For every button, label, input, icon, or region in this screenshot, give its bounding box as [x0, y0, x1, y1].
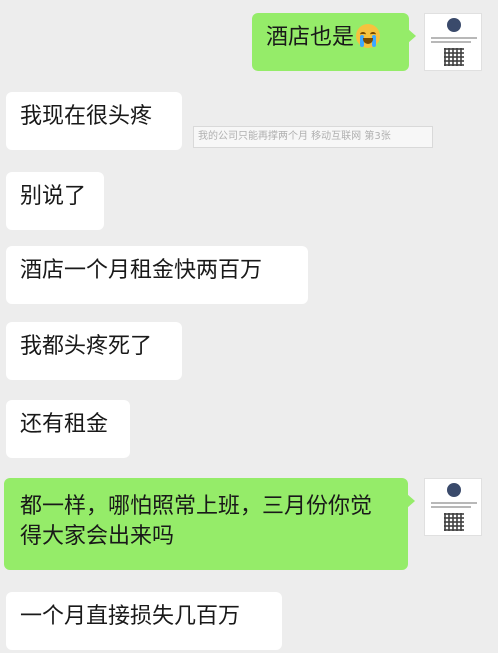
message-text: 别说了: [20, 184, 87, 209]
message-text: 我都头疼死了: [20, 334, 153, 359]
message-text: 我现在很头疼: [20, 104, 153, 129]
message-text: 还有租金: [20, 412, 109, 437]
message-text: 酒店一个月租金快两百万: [20, 258, 263, 283]
message-bubble-incoming[interactable]: 别说了: [6, 172, 104, 230]
watermark-caption: 我的公司只能再撑两个月 移动互联网 第3张: [193, 126, 433, 148]
avatar-self[interactable]: [424, 478, 482, 536]
message-bubble-incoming[interactable]: 还有租金: [6, 400, 130, 458]
message-text: 酒店也是: [266, 25, 355, 50]
message-bubble-incoming[interactable]: 我都头疼死了: [6, 322, 182, 380]
message-bubble-incoming[interactable]: 酒店一个月租金快两百万: [6, 246, 308, 304]
message-bubble-incoming[interactable]: 一个月直接损失几百万: [6, 592, 282, 650]
message-bubble-outgoing[interactable]: 酒店也是: [252, 13, 416, 71]
avatar-self[interactable]: [424, 13, 482, 71]
message-text: 一个月直接损失几百万: [20, 604, 241, 629]
message-bubble-incoming[interactable]: 我现在很头疼: [6, 92, 182, 150]
message-text: 都一样，哪怕照常上班，三月份你觉得大家会出来吗: [20, 494, 373, 549]
crying-face-emoji-icon: [356, 24, 381, 48]
message-bubble-outgoing[interactable]: 都一样，哪怕照常上班，三月份你觉得大家会出来吗: [4, 478, 415, 570]
